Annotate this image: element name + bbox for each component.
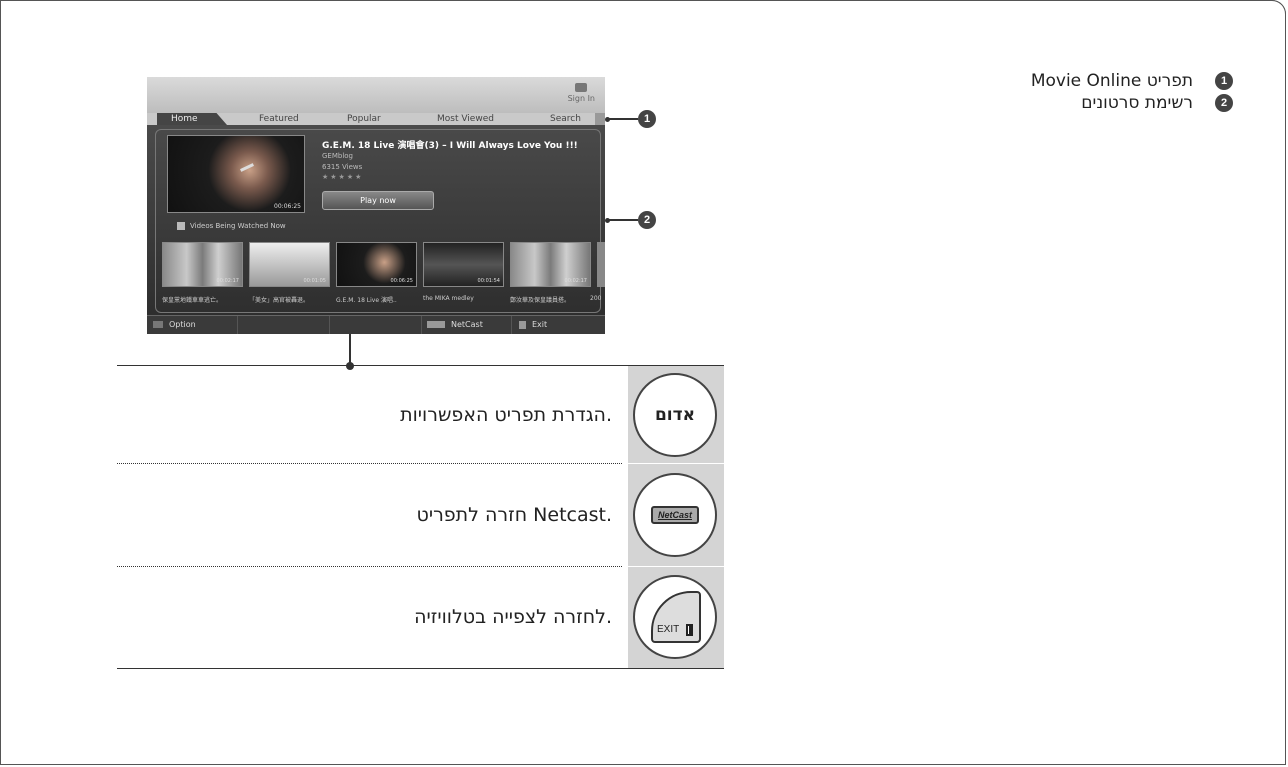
tab-home[interactable]: Home: [157, 113, 227, 125]
callout-line: [608, 118, 638, 120]
netcast-key: NetCast: [633, 473, 717, 557]
featured-video-thumbnail[interactable]: 00:06:25: [167, 135, 305, 213]
section-label: Videos Being Watched Now: [177, 222, 286, 230]
red-button-key: אדום: [633, 373, 717, 457]
netcast-logo-icon: NetCast: [651, 506, 699, 524]
table-row: אדום הגדרת תפריט האפשרויות.: [117, 366, 724, 463]
row-description: חזרה לתפריט Netcast.: [416, 504, 613, 526]
thumbnail-caption: G.E.M. 18 Live 演唱..: [336, 297, 397, 304]
callout-1: 1: [605, 110, 656, 128]
video-thumbnail[interactable]: 00:02:17: [162, 242, 243, 287]
key-cell: אדום: [628, 366, 724, 463]
legend-item: 1 תפריט Movie Online: [1031, 70, 1233, 92]
red-button-icon: [153, 321, 163, 328]
divider: [511, 316, 512, 334]
table-bottom-rule: [117, 668, 724, 669]
rating-stars: ★★★★★: [322, 173, 364, 181]
key-cell: EXIT: [628, 567, 724, 668]
chevron-right-icon[interactable]: [595, 113, 605, 125]
row-description: הגדרת תפריט האפשרויות.: [400, 404, 612, 426]
table-row: EXIT לחזרה לצפייה בטלוויזיה.: [117, 567, 724, 668]
download-icon: [177, 222, 185, 230]
door-icon: [686, 624, 693, 636]
divider: [421, 316, 422, 334]
exit-key: EXIT: [633, 575, 717, 659]
divider: [329, 316, 330, 334]
thumbnail-caption: the MIKA medley: [423, 295, 474, 302]
tab-featured[interactable]: Featured: [259, 113, 299, 125]
legend-item: 2 רשימת סרטונים: [1031, 92, 1233, 114]
tab-search[interactable]: Search: [550, 113, 581, 125]
divider: [237, 316, 238, 334]
video-thumbnail[interactable]: 00:01:54: [423, 242, 504, 287]
tab-bar: Home Featured Popular Most Viewed Search: [147, 113, 605, 125]
key-cell: NetCast: [628, 464, 724, 566]
exit-button[interactable]: Exit: [519, 320, 547, 329]
number-badge: 2: [1215, 94, 1233, 112]
video-thumbnail-row: 00:02:17 00:01:05 00:06:25 00:01:54 00:0…: [162, 242, 605, 287]
thumbnail-caption: 保皇黨地鐵車車逃亡。: [162, 297, 223, 304]
number-badge: 2: [638, 211, 656, 229]
thumbnail-caption: 200: [590, 295, 602, 302]
number-badge: 1: [1215, 72, 1233, 90]
thumbnail-caption: 「美女」高官被轟退。: [249, 297, 310, 304]
sign-in[interactable]: Sign In: [568, 83, 595, 103]
video-thumbnail[interactable]: [597, 242, 605, 287]
callout-line: [608, 219, 638, 221]
video-thumbnail[interactable]: 00:06:25: [336, 242, 417, 287]
featured-views: 6315 Views: [322, 163, 363, 171]
video-thumbnail[interactable]: 00:02:17: [510, 242, 591, 287]
row-description: לחזרה לצפייה בטלוויזיה.: [414, 606, 612, 628]
tv-bottom-bar: Option NetCast Exit: [147, 315, 605, 334]
key-icon: [575, 83, 588, 92]
video-duration: 00:06:25: [274, 203, 301, 210]
exit-key-icon: EXIT: [651, 591, 701, 643]
netcast-button[interactable]: NetCast: [427, 320, 483, 329]
tab-most-viewed[interactable]: Most Viewed: [437, 113, 494, 125]
thumbnail-caption: 鄭汝華及保皇議員搭。: [510, 297, 571, 304]
microphone: [240, 163, 254, 172]
table-row: NetCast חזרה לתפריט Netcast.: [117, 464, 724, 566]
exit-icon: [519, 320, 526, 329]
number-badge: 1: [638, 110, 656, 128]
video-thumbnail[interactable]: 00:01:05: [249, 242, 330, 287]
thumbnail-captions: 保皇黨地鐵車車逃亡。 「美女」高官被轟退。 G.E.M. 18 Live 演唱.…: [162, 295, 605, 305]
legend: 1 תפריט Movie Online 2 רשימת סרטונים: [1031, 70, 1233, 114]
tv-screenshot: Sign In Home Featured Popular Most Viewe…: [147, 77, 605, 334]
tv-header: Sign In: [147, 77, 605, 113]
featured-title: G.E.M. 18 Live 演唱會(3) – I Will Always Lo…: [322, 141, 578, 151]
featured-blog: GEMblog: [322, 152, 354, 160]
callout-2: 2: [605, 211, 656, 229]
play-now-button[interactable]: Play now: [322, 191, 434, 210]
option-button[interactable]: Option: [153, 320, 196, 329]
tab-popular[interactable]: Popular: [347, 113, 381, 125]
netcast-icon: [427, 321, 445, 328]
